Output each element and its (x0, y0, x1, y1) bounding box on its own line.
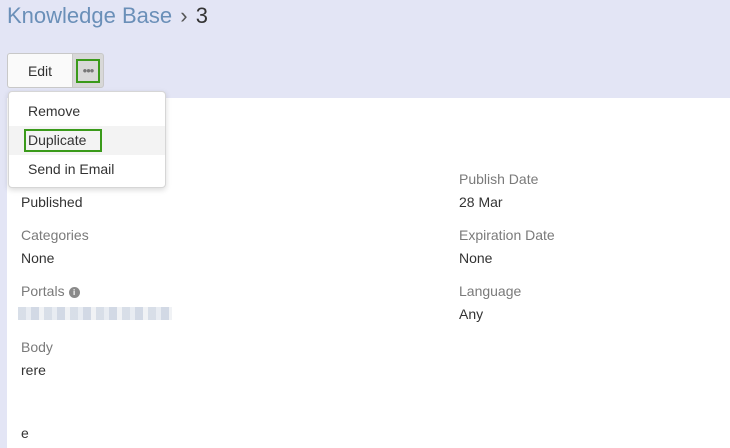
focus-outline (24, 129, 102, 152)
body-label: Body (21, 339, 53, 355)
publish-date-label: Publish Date (459, 171, 539, 187)
info-icon[interactable]: i (68, 287, 80, 298)
menu-item-duplicate[interactable]: Duplicate (9, 126, 165, 155)
categories-label: Categories (21, 227, 89, 243)
page-header: Knowledge Base › 3 Edit ••• (0, 0, 730, 98)
body-extra-line: e (21, 425, 29, 441)
breadcrumb-link-knowledge-base[interactable]: Knowledge Base (7, 3, 172, 28)
portals-label-text: Portals (21, 283, 65, 299)
menu-item-send-in-email[interactable]: Send in Email (9, 155, 165, 184)
expiration-date-label: Expiration Date (459, 227, 555, 243)
more-actions-button[interactable]: ••• (72, 53, 104, 88)
more-actions-menu: Remove Duplicate Send in Email (8, 91, 166, 188)
breadcrumb-separator: › (180, 3, 188, 28)
categories-value: None (21, 250, 55, 266)
breadcrumb-current: 3 (195, 3, 208, 28)
body-value: rere (21, 362, 46, 378)
publish-date-value: 28 Mar (459, 194, 503, 210)
more-dots-icon: ••• (76, 58, 100, 83)
portals-label: Portals i (21, 283, 80, 299)
edit-button[interactable]: Edit (7, 53, 72, 88)
language-value: Any (459, 306, 484, 322)
breadcrumb: Knowledge Base › 3 (7, 3, 208, 29)
expiration-date-value: None (459, 250, 493, 266)
menu-item-remove[interactable]: Remove (9, 97, 165, 126)
portals-value-redacted (18, 307, 172, 320)
status-value: Published (21, 194, 83, 210)
action-button-group: Edit ••• (7, 53, 104, 88)
language-label: Language (459, 283, 522, 299)
